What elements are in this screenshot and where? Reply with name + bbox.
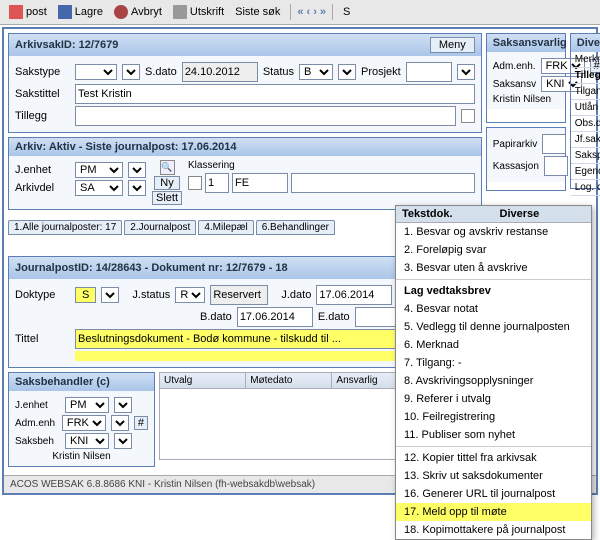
status-sel2[interactable] (338, 64, 356, 80)
menu-item[interactable]: 10. Feilregistrering (396, 408, 591, 426)
diverse-item[interactable]: Obs.dato (571, 116, 600, 132)
meny-btn[interactable]: Meny (430, 37, 475, 53)
klass-fe[interactable] (232, 173, 288, 193)
menu-item[interactable]: 9. Referer i utvalg (396, 390, 591, 408)
diverse-item[interactable]: Merknad (571, 52, 600, 68)
post-btn[interactable]: post (5, 3, 51, 21)
post-icon (9, 5, 23, 19)
jstatus-lbl: J.status (132, 289, 170, 301)
menu-item[interactable]: 4. Besvar notat (396, 300, 591, 318)
diverse-item[interactable]: Jf.sak/pres (571, 132, 600, 148)
tab-milepael[interactable]: 4.Milepæl (198, 220, 253, 235)
menu-item[interactable]: 18. Kopimottakere på journalpost (396, 521, 591, 539)
cancel-icon (114, 5, 128, 19)
menu-item[interactable]: 6. Merknad (396, 336, 591, 354)
status-sel[interactable]: B (299, 64, 333, 80)
sdato-input[interactable] (182, 62, 258, 82)
jenhet-sel[interactable]: PM (75, 162, 123, 178)
doktype-lbl: Doktype (15, 289, 70, 301)
menu-item[interactable]: 7. Tilgang: - (396, 354, 591, 372)
sakstype-sel2[interactable] (122, 64, 140, 80)
klass-chk[interactable] (188, 176, 202, 190)
arkiv-header: Arkiv: Aktiv - Siste journalpost: 17.06.… (15, 141, 237, 153)
diverse-item[interactable]: Utlån av sak (571, 100, 600, 116)
klass-lbl: Klassering (188, 160, 475, 171)
main-toolbar: post Lagre Avbryt Utskrift Siste søk «‹›… (0, 0, 600, 25)
diverse-item[interactable]: Log. dok. (571, 180, 600, 196)
prosjekt-input[interactable] (406, 62, 452, 82)
sakstittel-lbl: Sakstittel (15, 88, 70, 100)
sistesok-btn[interactable]: Siste søk (231, 4, 284, 20)
diverse-item[interactable]: Saksparter (571, 148, 600, 164)
diverse-panel: Diverse Merknad Tillegg: 4 Tilgang: - Ut… (570, 33, 600, 189)
menu-item[interactable]: 16. Generer URL til journalpost (396, 485, 591, 503)
arkivsak-header: ArkivsakID: 12/7679 (15, 39, 118, 51)
klass-n[interactable] (205, 173, 229, 193)
lagre-btn[interactable]: Lagre (54, 3, 107, 21)
diverse-list: Merknad Tillegg: 4 Tilgang: - Utlån av s… (571, 52, 600, 196)
tab-alle[interactable]: 1.Alle journalposter: 17 (8, 220, 122, 235)
avbryt-btn[interactable]: Avbryt (110, 3, 166, 21)
menu-item[interactable]: 8. Avskrivingsopplysninger (396, 372, 591, 390)
arkivsak-panel: ArkivsakID: 12/7679Meny Sakstype S.dato … (8, 33, 482, 133)
jtittel-lbl: Tittel (15, 333, 70, 345)
menu-item[interactable]: 11. Publiser som nyhet (396, 426, 591, 444)
diverse-item[interactable]: Tillegg: 4 (571, 68, 600, 84)
print-icon (173, 5, 187, 19)
diverse-item[interactable]: Egendefinerte (571, 164, 600, 180)
klass-txt[interactable] (291, 173, 475, 193)
jdato-input[interactable] (316, 285, 392, 305)
menu-item[interactable]: 13. Skriv ut saksdokumenter (396, 467, 591, 485)
sakstittel-input[interactable] (75, 84, 475, 104)
saksansv-navn: Kristin Nilsen (493, 94, 559, 105)
bdato-lbl: B.dato (200, 311, 232, 323)
jstatus-sel[interactable]: R (175, 287, 205, 303)
saksbeh-hd: Saksbehandler (c) (9, 373, 154, 391)
saksansvarlig-panel: Saksansvarlig Adm.enh.FRK# SaksansvKNI K… (486, 33, 566, 123)
jdato-lbl: J.dato (281, 289, 311, 301)
sakstype-sel[interactable] (75, 64, 117, 80)
menu-item[interactable]: Lag vedtaksbrev (396, 282, 591, 300)
diverse-hd: Diverse (571, 34, 600, 52)
tillegg-lbl: Tillegg (15, 110, 70, 122)
context-menu: Tekstdok.Diverse 1. Besvar og avskriv re… (395, 205, 592, 540)
tab-behandlinger[interactable]: 6.Behandlinger (256, 220, 335, 235)
tab-jpost[interactable]: 2.Journalpost (124, 220, 196, 235)
menu-item-highlighted[interactable]: 17. Meld opp til møte (396, 503, 591, 521)
menu-item[interactable]: 5. Vedlegg til denne journalposten (396, 318, 591, 336)
menu-item[interactable]: 3. Besvar uten å avskrive (396, 259, 591, 277)
sakstype-lbl: Sakstype (15, 66, 70, 78)
saksbeh-panel: Saksbehandler (c) J.enhetPM Adm.enhFRK# … (8, 372, 155, 467)
menu-item[interactable]: 1. Besvar og avskriv restanse (396, 223, 591, 241)
sdato-lbl: S.dato (145, 66, 177, 78)
s-btn[interactable]: S (339, 4, 354, 20)
jenhet-lbl: J.enhet (15, 164, 70, 176)
bdato-input[interactable] (237, 307, 313, 327)
reservert (210, 285, 268, 305)
prosjekt-sel[interactable] (457, 64, 475, 80)
save-icon (58, 5, 72, 19)
arkiv-panel: Arkiv: Aktiv - Siste journalpost: 17.06.… (8, 137, 482, 210)
arkivdel-sel[interactable]: SA (75, 180, 123, 196)
search-icon[interactable]: 🔍 (160, 160, 175, 175)
tillegg-input[interactable] (75, 106, 456, 126)
menu-item[interactable]: 2. Foreløpig svar (396, 241, 591, 259)
jpost-header: JournalpostID: 14/28643 - Dokument nr: 1… (15, 262, 288, 274)
diverse-item[interactable]: Tilgang: - (571, 84, 600, 100)
prosjekt-lbl: Prosjekt (361, 66, 401, 78)
nav-arrows[interactable]: «‹›» (297, 6, 326, 18)
tillegg-chk[interactable] (461, 109, 475, 123)
ny-btn[interactable]: Ny (154, 176, 179, 190)
utskrift-btn[interactable]: Utskrift (169, 3, 228, 21)
menu-item[interactable]: 12. Kopier tittel fra arkivsak (396, 449, 591, 467)
edato-lbl: E.dato (318, 311, 350, 323)
doktype-val[interactable]: S (75, 287, 96, 303)
arkivdel-lbl: Arkivdel (15, 182, 70, 194)
saksansvarlig-hd: Saksansvarlig (487, 34, 565, 52)
status-lbl: Status (263, 66, 294, 78)
slett-btn[interactable]: Slett (152, 191, 182, 205)
